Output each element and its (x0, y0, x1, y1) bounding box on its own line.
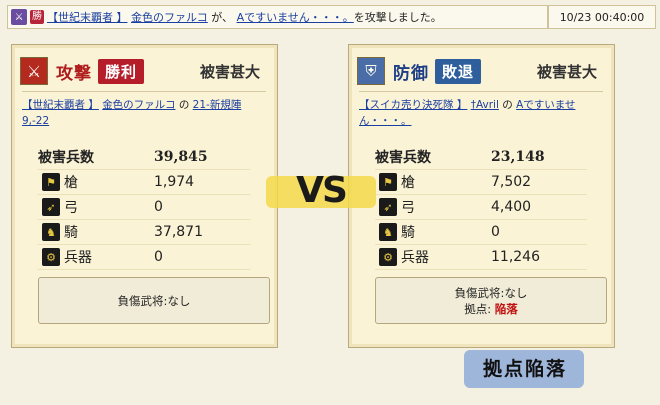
spear-label: 槍 (401, 175, 415, 191)
target-name-link[interactable]: Aですいません・・・。 (237, 11, 354, 24)
win-badge: 勝 (30, 10, 44, 24)
attacker-panel: ⚔ 攻撃 勝利 被害甚大 【世紀末覇者 】 金色のファルコ の 21-新規陣9,… (11, 44, 278, 348)
defender-stats: 被害兵数 23,148 ⚑ 槍 7,502 ➶ 弓 4,400 ♞ 騎 0 ⚙ 兵器 1… (375, 145, 587, 270)
attack-icon: ⚔ (20, 57, 48, 85)
horse-label: 騎 (401, 225, 415, 241)
bow-value: 0 (154, 199, 163, 215)
defender-damage-grade: 被害甚大 (536, 62, 597, 81)
bow-value: 4,400 (491, 199, 532, 215)
base-fallen-text: 陥落 (494, 301, 518, 316)
attacker-total-row: 被害兵数 39,845 (38, 145, 250, 170)
defender-base-status: 拠点: 陥落 (464, 301, 518, 316)
total-label: 被害兵数 (38, 150, 94, 166)
spear-icon: ⚑ (42, 173, 60, 191)
divider (22, 91, 266, 92)
attacker-casualty: 負傷武将:なし (117, 293, 191, 308)
horse-value: 37,871 (154, 224, 203, 240)
defense-icon: ⛨ (357, 57, 385, 85)
horse-value: 0 (491, 224, 500, 240)
battle-summary: ⚔ 勝 【世紀末覇者 】 金色のファルコ が、 Aですいません・・・。を攻撃しま… (7, 5, 548, 29)
spear-value: 7,502 (491, 174, 532, 190)
attacker-role: 攻撃 (56, 63, 92, 84)
battle-time: 10/23 00:40:00 (548, 5, 656, 29)
bow-label: 弓 (64, 200, 78, 216)
horse-icon: ♞ (42, 223, 60, 241)
horse-icon: ♞ (379, 223, 397, 241)
bow-label: 弓 (401, 200, 415, 216)
weapon-icon: ⚙ (42, 248, 60, 266)
defender-total-row: 被害兵数 23,148 (375, 145, 587, 170)
bow-icon: ➶ (379, 198, 397, 216)
bow-icon: ➶ (42, 198, 60, 216)
weapon-label: 兵器 (401, 250, 429, 266)
defender-panel: ⛨ 防御 敗退 被害甚大 【スイカ売り決死隊 】 †Avril の Aですいませ… (348, 44, 615, 348)
report-header: ⚔ 勝 【世紀末覇者 】 金色のファルコ が、 Aですいません・・・。を攻撃しま… (0, 0, 660, 34)
total-value: 23,148 (491, 149, 545, 165)
attacker-casualty-box: 負傷武将:なし (38, 277, 270, 324)
attacker-bow-row: ➶ 弓 0 (38, 195, 250, 220)
summary-ga: が、 (211, 11, 234, 24)
defender-result: 敗退 (435, 58, 482, 84)
attacker-alliance-link[interactable]: 【世紀末覇者 】 (22, 99, 99, 111)
horse-label: 騎 (64, 225, 78, 241)
attacker-result: 勝利 (98, 58, 145, 84)
divider (359, 91, 603, 92)
weapon-value: 0 (154, 249, 163, 265)
defender-spear-row: ⚑ 槍 7,502 (375, 170, 587, 195)
attacker-spear-row: ⚑ 槍 1,974 (38, 170, 250, 195)
defender-info: 【スイカ売り決死隊 】 †Avril の Aですいません・・・。 (359, 97, 604, 129)
defender-no: の (502, 99, 513, 111)
defender-horse-row: ♞ 騎 0 (375, 220, 587, 245)
base-fallen-banner: 拠点陥落 (460, 346, 590, 392)
weapon-value: 11,246 (491, 249, 540, 265)
summary-suffix: を攻撃しました。 (353, 11, 442, 24)
attacker-weapon-row: ⚙ 兵器 0 (38, 245, 250, 270)
summary-text: 【世紀末覇者 】 金色のファルコ が、 Aですいません・・・。を攻撃しました。 (47, 9, 442, 25)
attacker-stats: 被害兵数 39,845 ⚑ 槍 1,974 ➶ 弓 0 ♞ 騎 37,871 ⚙ 兵器 … (38, 145, 250, 270)
total-label: 被害兵数 (375, 150, 431, 166)
defender-lord-link[interactable]: †Avril (471, 99, 499, 111)
defender-bow-row: ➶ 弓 4,400 (375, 195, 587, 220)
vs-emblem: VS (266, 168, 376, 214)
defender-weapon-row: ⚙ 兵器 11,246 (375, 245, 587, 270)
attacker-horse-row: ♞ 騎 37,871 (38, 220, 250, 245)
attacker-damage-grade: 被害甚大 (199, 62, 260, 81)
spear-icon: ⚑ (379, 173, 397, 191)
banner-text: 拠点陥落 (482, 358, 567, 380)
attacker-lord-link[interactable]: 金色のファルコ (102, 99, 175, 111)
weapon-label: 兵器 (64, 250, 92, 266)
defender-header: ⛨ 防御 敗退 被害甚大 (357, 55, 607, 87)
attacker-info: 【世紀末覇者 】 金色のファルコ の 21-新規陣9,-22 (22, 97, 267, 129)
defender-casualty-box: 負傷武将:なし 拠点: 陥落 (375, 277, 607, 324)
vs-text: VS (296, 170, 348, 211)
defender-casualty: 負傷武将:なし (454, 285, 528, 300)
attacker-alliance-link[interactable]: 【世紀末覇者 】 (47, 11, 128, 24)
battle-type-icon: ⚔ (11, 9, 27, 25)
attacker-header: ⚔ 攻撃 勝利 被害甚大 (20, 55, 270, 87)
spear-label: 槍 (64, 175, 78, 191)
defender-role: 防御 (393, 63, 429, 84)
attacker-name-link[interactable]: 金色のファルコ (131, 11, 208, 24)
attacker-no: の (178, 99, 190, 111)
spear-value: 1,974 (154, 174, 195, 190)
weapon-icon: ⚙ (379, 248, 397, 266)
total-value: 39,845 (154, 149, 208, 165)
defender-alliance-link[interactable]: 【スイカ売り決死隊 】 (359, 99, 467, 111)
